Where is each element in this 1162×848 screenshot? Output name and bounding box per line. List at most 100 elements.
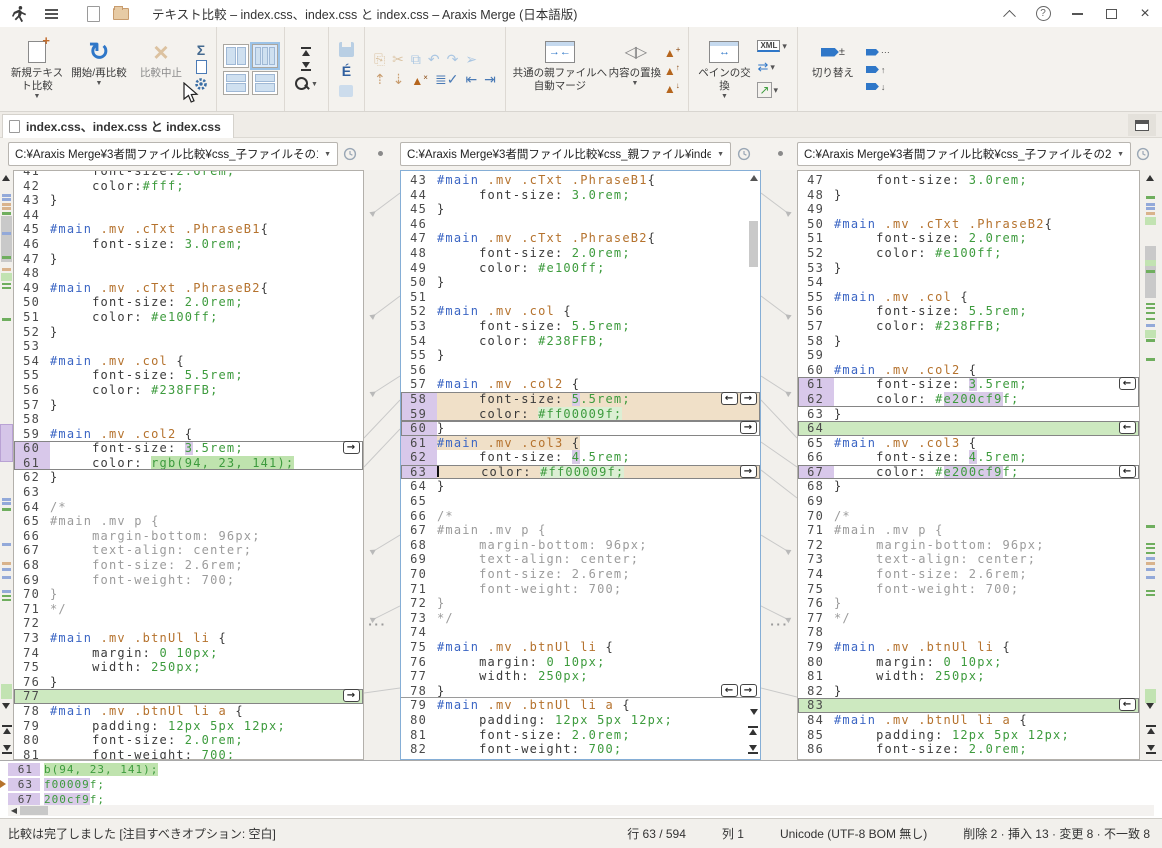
code-line-left-70[interactable]: 70}: [14, 587, 363, 602]
overview-mark[interactable]: [1146, 203, 1155, 206]
hscroll-left-icon[interactable]: ◀: [8, 805, 20, 816]
code-line-center-79[interactable]: 79#main .mv .btnUl li a {: [401, 698, 760, 713]
left-next-change-icon[interactable]: [2, 703, 10, 709]
code-line-center-64[interactable]: 64}: [401, 479, 760, 494]
linked-line-61[interactable]: 61b(94, 23, 141);: [8, 763, 1162, 776]
open-folder-icon[interactable]: [108, 3, 134, 25]
right-last-change-icon[interactable]: [1146, 745, 1156, 754]
code-line-right-78[interactable]: 78: [798, 625, 1139, 640]
merge-left-button[interactable]: ←: [1119, 465, 1136, 478]
code-line-left-72[interactable]: 72: [14, 616, 363, 631]
center-history-icon[interactable]: [737, 147, 751, 161]
code-line-center-52[interactable]: 52#main .mv .col {: [401, 304, 760, 319]
overview-mark[interactable]: [2, 502, 11, 505]
code-line-center-49[interactable]: 49 color: #e100ff;: [401, 261, 760, 276]
code-line-center-71[interactable]: 71 font-weight: 700;: [401, 582, 760, 597]
code-line-left-55[interactable]: 55 font-size: 5.5rem;: [14, 368, 363, 383]
warning-up-icon[interactable]: ▲↑: [664, 62, 681, 77]
code-line-right-76[interactable]: 76}: [798, 596, 1139, 611]
code-line-right-50[interactable]: 50#main .mv .cTxt .PhraseB2{: [798, 217, 1139, 232]
layout-3col-icon[interactable]: [252, 44, 278, 68]
overview-mark[interactable]: [1146, 212, 1155, 215]
code-line-center-50[interactable]: 50}: [401, 275, 760, 290]
bookmark-down-button[interactable]: ↓: [866, 82, 890, 92]
center-code-pane[interactable]: 43#main .mv .cTxt .PhraseB1{44 font-size…: [400, 170, 761, 760]
code-line-right-69[interactable]: 69: [798, 494, 1139, 509]
code-line-right-66[interactable]: 66 font-size: 4.5rem;: [798, 450, 1139, 465]
code-line-center-59[interactable]: 59 color: #ff00009f;: [401, 407, 760, 422]
code-line-left-66[interactable]: 66 margin-bottom: 96px;: [14, 529, 363, 544]
maximize-icon[interactable]: [1094, 0, 1128, 27]
code-line-right-70[interactable]: 70/*: [798, 509, 1139, 524]
overview-mark[interactable]: [1, 684, 12, 699]
go-bottom-icon[interactable]: [301, 62, 311, 71]
code-line-center-77[interactable]: 77 width: 250px;: [401, 669, 760, 684]
warning-add-icon[interactable]: ▲+: [664, 44, 681, 59]
overview-mark[interactable]: [1146, 318, 1155, 320]
code-line-left-49[interactable]: 49#main .mv .cTxt .PhraseB2{: [14, 281, 363, 296]
overview-mark[interactable]: [2, 590, 11, 593]
left-last-change-icon[interactable]: [2, 745, 12, 754]
pointer-icon[interactable]: ➢: [465, 52, 477, 66]
code-line-left-60[interactable]: 60 font-size: 3.5rem;→: [14, 441, 363, 456]
overview-mark[interactable]: [2, 207, 11, 210]
warning-down-icon[interactable]: ▲↓: [664, 80, 681, 95]
code-line-center-81[interactable]: 81 font-size: 2.0rem;: [401, 728, 760, 743]
layout-3row-icon[interactable]: [252, 71, 278, 95]
code-line-right-72[interactable]: 72 margin-bottom: 96px;: [798, 538, 1139, 553]
center-first-change-icon[interactable]: [748, 726, 758, 735]
new-document-icon[interactable]: [80, 3, 106, 25]
overview-mark[interactable]: [1146, 270, 1155, 273]
overview-mark[interactable]: [2, 562, 11, 565]
merge-right-button[interactable]: →: [740, 465, 757, 478]
code-line-right-80[interactable]: 80 margin: 0 10px;: [798, 655, 1139, 670]
code-line-left-48[interactable]: 48: [14, 266, 363, 281]
expand-button[interactable]: ↗ ▾: [757, 82, 786, 98]
code-line-center-73[interactable]: 73*/: [401, 611, 760, 626]
code-line-center-80[interactable]: 80 padding: 12px 5px 12px;: [401, 713, 760, 728]
insert-up-icon[interactable]: ⇡: [374, 72, 386, 86]
splitter-dot[interactable]: [778, 151, 783, 156]
ocr-icon[interactable]: [339, 85, 353, 97]
overview-mark[interactable]: [1146, 358, 1155, 361]
code-line-right-73[interactable]: 73 text-align: center;: [798, 552, 1139, 567]
code-line-left-76[interactable]: 76}: [14, 675, 363, 690]
left-file-path-input[interactable]: C:¥Araxis Merge¥3者間ファイル比較¥css_子ファイルその1¥i…: [8, 142, 338, 166]
code-line-left-54[interactable]: 54#main .mv .col {: [14, 354, 363, 369]
code-line-right-75[interactable]: 75 font-weight: 700;: [798, 582, 1139, 597]
code-line-center-56[interactable]: 56: [401, 363, 760, 378]
overview-mark[interactable]: [2, 595, 11, 597]
code-line-center-76[interactable]: 76 margin: 0 10px;: [401, 655, 760, 670]
code-line-right-79[interactable]: 79#main .mv .btnUl li {: [798, 640, 1139, 655]
paste-icon[interactable]: ⎘: [374, 52, 385, 66]
center-next-change-icon[interactable]: [750, 709, 758, 715]
warning-delete-icon[interactable]: ▲×: [411, 72, 428, 87]
right-next-change-icon[interactable]: [1146, 703, 1154, 709]
right-first-change-icon[interactable]: [1146, 725, 1156, 734]
code-line-right-59[interactable]: 59: [798, 348, 1139, 363]
toggle-bookmark-button[interactable]: ± 切り替え: [804, 29, 862, 109]
code-line-left-61[interactable]: 61 color: rgb(94, 23, 141);: [14, 456, 363, 471]
code-line-left-57[interactable]: 57}: [14, 398, 363, 413]
merge-right-button[interactable]: →: [343, 689, 360, 702]
merge-left-button[interactable]: ←: [721, 392, 738, 405]
swap-arrows-button[interactable]: ⇄ ▾: [757, 59, 786, 75]
code-line-right-63[interactable]: 63}: [798, 407, 1139, 422]
code-line-right-82[interactable]: 82}: [798, 684, 1139, 699]
code-line-center-66[interactable]: 66/*: [401, 509, 760, 524]
center-scrollbar-thumb[interactable]: [749, 221, 758, 267]
overview-mark[interactable]: [1146, 562, 1155, 565]
start-recompare-button[interactable]: ↻ 開始/再比較▼: [68, 29, 130, 109]
menu-icon[interactable]: [38, 3, 64, 25]
help-icon[interactable]: ?: [1026, 0, 1060, 27]
code-line-center-82[interactable]: 82 font-weight: 700;: [401, 742, 760, 757]
merge-left-button[interactable]: ←: [1119, 421, 1136, 434]
code-line-right-85[interactable]: 85 padding: 12px 5px 12px;: [798, 728, 1139, 743]
overview-mark[interactable]: [2, 318, 11, 321]
code-line-center-46[interactable]: 46: [401, 217, 760, 232]
code-line-left-53[interactable]: 53: [14, 339, 363, 354]
unindent-icon[interactable]: ⇤: [465, 72, 477, 86]
overview-mark[interactable]: [1146, 307, 1155, 309]
comparison-tab[interactable]: index.css、index.css と index.css: [2, 114, 234, 138]
code-line-center-61[interactable]: 61#main .mv .col3 {: [401, 436, 760, 451]
